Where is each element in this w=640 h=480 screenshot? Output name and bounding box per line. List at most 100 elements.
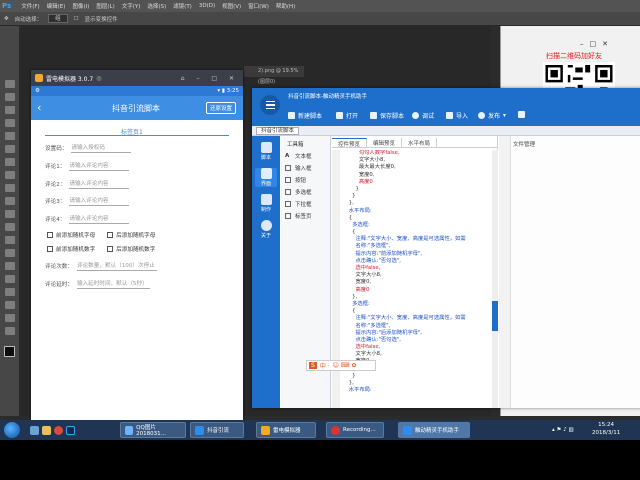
emulator-window-controls[interactable]: ⌂ – □ ✕ (181, 75, 243, 82)
brush-icon[interactable] (4, 171, 15, 179)
file-manager-tab[interactable]: 文件管理 (513, 140, 535, 148)
file-manager-panel: 文件管理 (499, 136, 640, 408)
letter-options-row: 前添加随机字母 后添加随机字母 (47, 231, 155, 239)
taskbar-touchsprite[interactable]: 触动精灵手机助手 (398, 422, 470, 438)
open-button[interactable]: 打开 (336, 111, 358, 120)
main-menu-button[interactable] (260, 95, 280, 115)
gamepad-icon[interactable]: ◎ (96, 75, 101, 82)
clock-time: 15:24 (598, 422, 615, 428)
menu-window[interactable]: 窗口(W) (248, 2, 269, 10)
ime-toolbar[interactable]: S 中 · ☺ ⌨ ✿ (306, 360, 376, 371)
history-brush-icon[interactable] (4, 197, 15, 205)
taskbar-pinned-icons[interactable] (26, 422, 79, 438)
path-select-icon[interactable] (4, 288, 15, 296)
code-line: } (342, 185, 359, 192)
tab-horizontal-layout[interactable]: 水平布局 (402, 138, 438, 147)
reset-settings-button[interactable]: 还原设置 (206, 102, 237, 114)
menu-help[interactable]: 帮助(H) (276, 2, 295, 10)
tab-control-preview[interactable]: 控件预览 (332, 138, 368, 148)
checkbox-icon (285, 189, 291, 195)
menu-filter[interactable]: 滤镜(T) (173, 2, 192, 10)
suffix-letter-checkbox[interactable] (107, 232, 114, 238)
sidebar-item-ui[interactable]: 界面 (255, 168, 277, 187)
code-line: }, (342, 200, 354, 207)
auto-select-dropdown[interactable]: 组 (48, 14, 68, 23)
auth-code-input[interactable]: 请输入授权码 (71, 143, 132, 153)
code-line: 最大最大长度0, (342, 164, 396, 171)
ime-mode[interactable]: 中 · (320, 361, 330, 370)
comment1-input[interactable]: 请输入评论内容 (69, 161, 130, 171)
toolbox-textbox[interactable]: A 文本框 (285, 152, 312, 160)
pen-icon[interactable] (4, 262, 15, 270)
prefix-number-checkbox[interactable] (47, 246, 53, 252)
crop-icon[interactable] (4, 132, 15, 140)
comment4-input[interactable]: 请输入评论内容 (69, 214, 130, 224)
auth-code-row: 设置码： 请输入授权码 (45, 143, 132, 153)
toolbox-input[interactable]: 输入框 (285, 164, 312, 172)
menu-3d[interactable]: 3D(D) (199, 3, 215, 9)
eraser-icon[interactable] (4, 210, 15, 218)
ps-document-tab[interactable]: 2).png @ 19.5%(图层0) (244, 66, 304, 85)
dodge-icon[interactable] (4, 249, 15, 257)
menu-layer[interactable]: 图层(L) (96, 2, 114, 10)
menu-view[interactable]: 视图(V) (222, 2, 241, 10)
back-arrow-icon[interactable]: ‹ (37, 101, 41, 114)
publish-button[interactable]: 发布 ▾ (478, 111, 506, 120)
stamp-icon[interactable] (4, 184, 15, 192)
marquee-icon[interactable] (4, 93, 15, 101)
menu-file[interactable]: 文件(F) (21, 2, 39, 10)
new-script-button[interactable]: 新建脚本 (288, 111, 322, 120)
debug-button[interactable]: 调试 (412, 111, 434, 120)
taskbar-douyin[interactable]: 抖音引流 (190, 422, 244, 438)
comment2-row: 评论2： 请输入评论内容 (45, 179, 130, 189)
file-tab[interactable]: 抖音引流脚本 (256, 127, 300, 135)
screenshot-button[interactable] (518, 111, 528, 118)
window-controls[interactable]: –□✕ (580, 40, 614, 48)
tab-edit-preview[interactable]: 编辑预览 (367, 138, 403, 147)
comment2-input[interactable]: 请输入评论内容 (69, 179, 130, 189)
sidebar-item-about[interactable]: 关于 (255, 220, 277, 239)
comment-count-input[interactable]: 评论数量，默认（100）次停止 (76, 261, 157, 271)
hand-icon[interactable] (4, 314, 15, 322)
healing-icon[interactable] (4, 158, 15, 166)
text-tool-icon[interactable] (4, 275, 15, 283)
suffix-number-checkbox[interactable] (107, 246, 114, 252)
prefix-letter-checkbox[interactable] (47, 232, 53, 238)
show-transform-checkbox[interactable]: ☐ (74, 16, 79, 22)
tray-icons[interactable]: ▴ ⚑ ♪ ▥ (548, 422, 578, 438)
import-button[interactable]: 导入 (446, 111, 468, 120)
start-button[interactable] (4, 422, 20, 438)
taskbar-emulator[interactable]: 雷电模拟器 (256, 422, 316, 438)
move-icon[interactable] (4, 80, 15, 88)
toolbox-dropdown[interactable]: 下拉框 (285, 200, 312, 208)
menu-edit[interactable]: 编辑(E) (47, 2, 66, 10)
menu-type[interactable]: 文字(Y) (122, 2, 141, 10)
comment-delay-input[interactable]: 输入延时时间，默认（5秒） (76, 279, 150, 289)
menu-image[interactable]: 图像(I) (72, 2, 89, 10)
eyedropper-icon[interactable] (4, 145, 15, 153)
sidebar-item-make[interactable]: 制作 (255, 194, 277, 213)
system-clock[interactable]: 15:24 2018/3/11 (592, 421, 620, 437)
toolbox-tabpage[interactable]: 标签页 (285, 212, 312, 220)
taskbar-recording[interactable]: Recording... (326, 422, 384, 438)
shape-icon[interactable] (4, 301, 15, 309)
save-script-button[interactable]: 保存脚本 (370, 111, 404, 120)
toolbox-button[interactable]: 按钮 (285, 176, 306, 184)
code-line: 水平布局: (342, 207, 372, 214)
toolbox-checkbox[interactable]: 多选框 (285, 188, 312, 196)
move-tool-icon[interactable]: ✥ (4, 16, 9, 22)
menu-select[interactable]: 选择(S) (147, 2, 166, 10)
taskbar-qq-image[interactable]: QQ图片2018031... (120, 422, 186, 438)
ime-tools-icon[interactable]: ☺ ⌨ ✿ (333, 362, 357, 369)
zoom-icon[interactable] (4, 327, 15, 335)
comment3-input[interactable]: 请输入评论内容 (69, 196, 130, 206)
code-scrollbar[interactable] (492, 150, 498, 408)
sidebar-item-script[interactable]: 脚本 (255, 142, 277, 161)
blur-icon[interactable] (4, 236, 15, 244)
code-scroll-thumb[interactable] (492, 301, 498, 331)
wand-icon[interactable] (4, 119, 15, 127)
lasso-icon[interactable] (4, 106, 15, 114)
code-line: 点击确认:"否勾选", (342, 257, 401, 264)
gradient-icon[interactable] (4, 223, 15, 231)
foreground-color-swatch[interactable] (4, 346, 15, 357)
